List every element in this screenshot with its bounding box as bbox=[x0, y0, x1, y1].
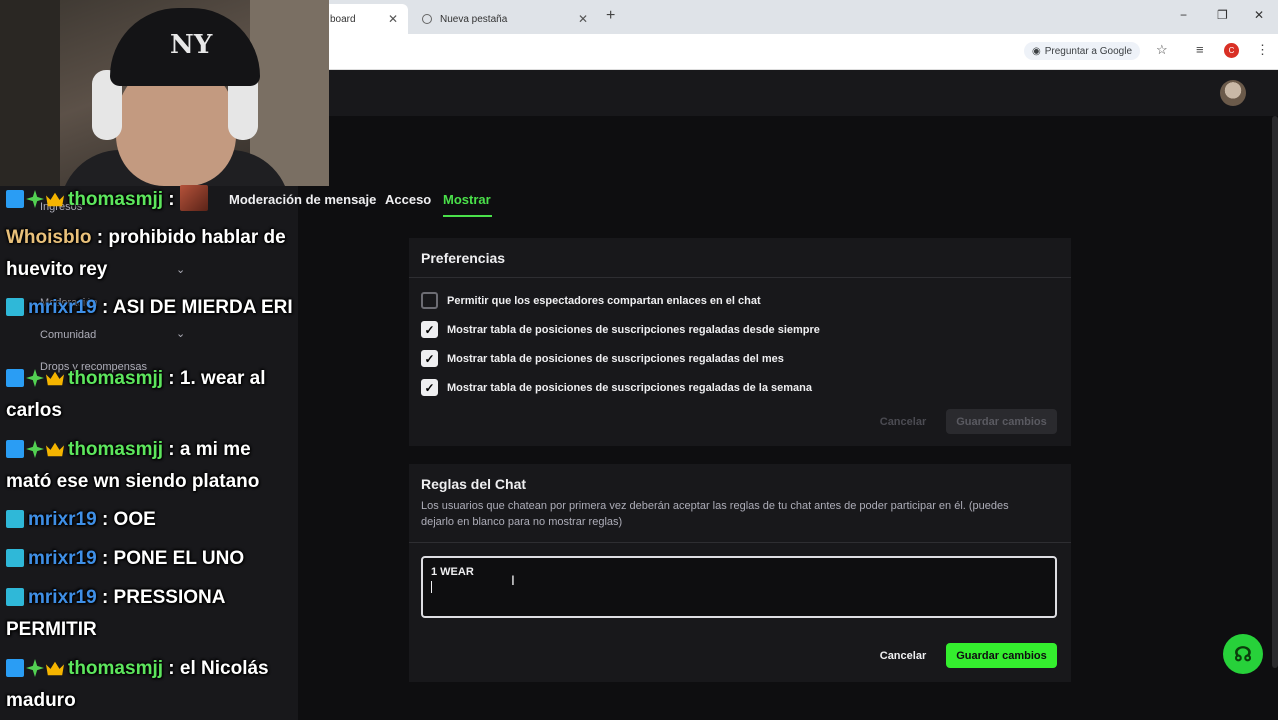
chat-username: Whoisblo bbox=[6, 227, 92, 248]
option-label: Mostrar tabla de posiciones de suscripci… bbox=[447, 323, 820, 336]
cancel-button[interactable]: Cancelar bbox=[871, 643, 935, 668]
chat-message: thomasmjj : el Nicolás maduro bbox=[6, 653, 298, 717]
save-button-disabled[interactable]: Guardar cambios bbox=[946, 409, 1057, 434]
sparkle-badge-icon bbox=[26, 440, 44, 458]
webcam-background bbox=[0, 0, 60, 186]
text-caret bbox=[431, 581, 432, 593]
help-button[interactable]: ☊ bbox=[1223, 634, 1263, 674]
prime-badge-icon bbox=[6, 369, 24, 387]
new-tab-button[interactable]: + bbox=[606, 7, 615, 25]
chat-username: thomasmjj bbox=[68, 368, 164, 389]
cancel-button-disabled[interactable]: Cancelar bbox=[871, 409, 935, 434]
menu-kebab-icon[interactable]: ⋮ bbox=[1256, 42, 1269, 58]
chat-message: mrixr19 : PONE EL UNO bbox=[6, 543, 298, 575]
prime-badge-icon bbox=[6, 190, 24, 208]
option-row[interactable]: ✓ Mostrar tabla de posiciones de suscrip… bbox=[421, 321, 820, 338]
chat-text: : ASI DE MIERDA ERI bbox=[96, 297, 293, 318]
sparkle-badge-icon bbox=[26, 369, 44, 387]
page-scrollbar[interactable] bbox=[1272, 116, 1278, 668]
chat-text: : PONE EL UNO bbox=[96, 548, 245, 569]
media-icon[interactable]: ≡ bbox=[1196, 42, 1204, 57]
subscriber-badge-icon bbox=[6, 588, 24, 606]
crown-badge-icon bbox=[46, 661, 64, 676]
section-description: Los usuarios que chatean por primera vez… bbox=[421, 500, 1009, 528]
cap-logo: NY bbox=[170, 30, 213, 60]
chat-text: : OOE bbox=[96, 509, 156, 530]
crown-badge-icon bbox=[46, 371, 64, 386]
chat-message: thomasmjj : bbox=[6, 184, 298, 216]
divider bbox=[409, 542, 1071, 543]
tab-label: Nueva pestaña bbox=[440, 13, 508, 25]
option-row[interactable]: ✓ Mostrar tabla de posiciones de suscrip… bbox=[421, 379, 812, 396]
chat-username: mrixr19 bbox=[28, 587, 97, 608]
ask-google-label: Preguntar a Google bbox=[1044, 45, 1133, 57]
close-tab-icon[interactable]: ✕ bbox=[388, 12, 398, 26]
chat-username: mrixr19 bbox=[28, 509, 97, 530]
option-row[interactable]: ✓ Mostrar tabla de posiciones de suscrip… bbox=[421, 350, 784, 367]
checkbox[interactable] bbox=[421, 292, 438, 309]
checkbox-checked[interactable]: ✓ bbox=[421, 379, 438, 396]
chat-message: thomasmjj : 1. wear al carlos bbox=[6, 363, 298, 427]
chat-text: : bbox=[163, 189, 180, 210]
chat-message: mrixr19 : PRESSIONA PERMITIR bbox=[6, 582, 298, 646]
checkbox-checked[interactable]: ✓ bbox=[421, 321, 438, 338]
emote-icon bbox=[179, 185, 208, 211]
reglas-card: Reglas del Chat Los usuarios que chatean… bbox=[409, 464, 1071, 682]
ibeam-cursor-icon: I bbox=[511, 572, 515, 588]
webcam-overlay: NY bbox=[0, 0, 329, 186]
tab-label: board bbox=[330, 13, 356, 25]
option-label: Mostrar tabla de posiciones de suscripci… bbox=[447, 381, 812, 394]
chat-message: Whoisblo : prohibido hablar de huevito r… bbox=[6, 222, 298, 286]
chat-username: thomasmjj bbox=[68, 658, 164, 679]
crown-badge-icon bbox=[46, 442, 64, 457]
prime-badge-icon bbox=[6, 440, 24, 458]
option-row[interactable]: Permitir que los espectadores compartan … bbox=[421, 292, 761, 309]
sparkle-badge-icon bbox=[26, 659, 44, 677]
option-label: Permitir que los espectadores compartan … bbox=[447, 294, 761, 307]
browser-tab-new[interactable]: Nueva pestaña ✕ bbox=[412, 4, 602, 34]
chat-message: mrixr19 : ASI DE MIERDA ERI bbox=[6, 292, 298, 324]
headset-icon: ☊ bbox=[1234, 643, 1252, 666]
sparkle-badge-icon bbox=[26, 190, 44, 208]
webcam-background bbox=[250, 0, 329, 186]
ask-google-button[interactable]: ◉ Preguntar a Google bbox=[1024, 42, 1141, 60]
tab-acceso[interactable]: Acceso bbox=[385, 192, 431, 207]
save-button[interactable]: Guardar cambios bbox=[946, 643, 1057, 668]
chevron-down-icon[interactable]: ⌄ bbox=[176, 327, 185, 340]
avatar[interactable] bbox=[1220, 80, 1246, 106]
chat-username: mrixr19 bbox=[28, 548, 97, 569]
subscriber-badge-icon bbox=[6, 510, 24, 528]
bookmark-star-icon[interactable]: ☆ bbox=[1156, 42, 1168, 58]
tab-mostrar[interactable]: Mostrar bbox=[443, 192, 491, 207]
chat-username: thomasmjj bbox=[68, 439, 164, 460]
chat-username: thomasmjj bbox=[68, 189, 164, 210]
globe-icon bbox=[422, 14, 432, 24]
lens-icon: ◉ bbox=[1032, 45, 1041, 57]
chat-rules-textarea[interactable]: 1 WEAR I bbox=[421, 556, 1057, 618]
restore-icon[interactable]: ❐ bbox=[1217, 8, 1228, 22]
section-title: Reglas del Chat bbox=[421, 476, 527, 492]
chat-message: mrixr19 : OOE bbox=[6, 504, 298, 536]
checkbox-checked[interactable]: ✓ bbox=[421, 350, 438, 367]
subscriber-badge-icon bbox=[6, 549, 24, 567]
subscriber-badge-icon bbox=[6, 298, 24, 316]
preferencias-card: Preferencias Permitir que los espectador… bbox=[409, 238, 1071, 446]
profile-avatar[interactable]: C bbox=[1224, 43, 1239, 58]
option-label: Mostrar tabla de posiciones de suscripci… bbox=[447, 352, 784, 365]
close-window-icon[interactable]: ✕ bbox=[1254, 8, 1264, 22]
prime-badge-icon bbox=[6, 659, 24, 677]
close-tab-icon[interactable]: ✕ bbox=[578, 12, 588, 26]
chat-message: thomasmjj : a mi me mató ese wn siendo p… bbox=[6, 434, 298, 498]
sidebar-item-comunidad[interactable]: Comunidad bbox=[40, 329, 96, 341]
section-title: Preferencias bbox=[409, 238, 1071, 278]
browser-tab-dashboard[interactable]: board ✕ bbox=[318, 4, 408, 34]
textarea-value: 1 WEAR bbox=[431, 566, 474, 578]
minimize-icon[interactable]: − bbox=[1180, 8, 1187, 22]
crown-badge-icon bbox=[46, 192, 64, 207]
active-tab-indicator bbox=[443, 215, 492, 217]
chat-username: mrixr19 bbox=[28, 297, 97, 318]
